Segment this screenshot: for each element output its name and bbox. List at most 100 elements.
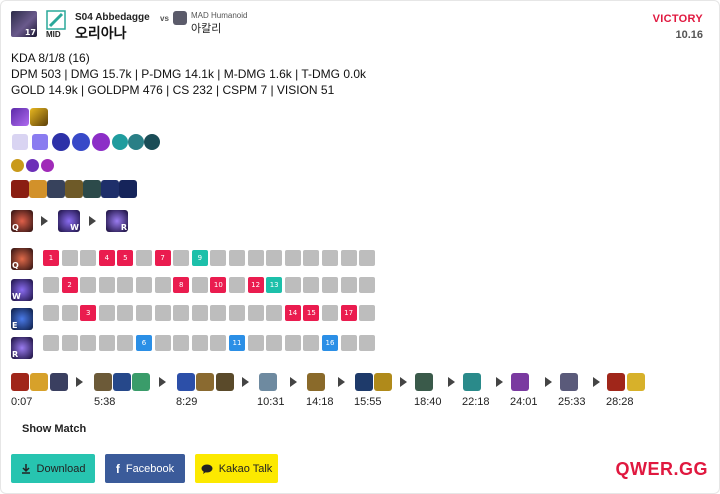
rune-slot-3-icon xyxy=(92,133,110,151)
damage-stats: DPM 503 | DMG 15.7k | P-DMG 14.1k | M-DM… xyxy=(11,67,366,81)
download-button[interactable]: Download xyxy=(11,454,95,483)
skill-level-slot-empty xyxy=(303,335,320,351)
mid-role-icon xyxy=(46,10,66,30)
build-time: 28:28 xyxy=(606,396,634,408)
build-time: 8:29 xyxy=(176,396,198,408)
facebook-label: Facebook xyxy=(125,462,175,475)
item-4-icon[interactable] xyxy=(65,180,83,198)
skill-level-slot-empty xyxy=(229,250,245,266)
shard-defense-icon xyxy=(41,159,54,172)
build-item-icon xyxy=(463,373,481,391)
rune-secondary-3-icon xyxy=(144,134,160,150)
skill-level-slot-filled: 17 xyxy=(340,305,357,321)
skill-level-slot-empty xyxy=(210,335,227,351)
skill-level-slot-filled: 5 xyxy=(117,250,134,266)
item-1-icon[interactable] xyxy=(11,180,29,198)
kakao-chat-icon xyxy=(201,464,213,474)
build-time: 5:38 xyxy=(94,396,116,408)
skill-level-slot-empty xyxy=(210,250,227,266)
opponent-champion-icon[interactable] xyxy=(173,11,187,25)
skill-level-slot-empty xyxy=(136,250,152,266)
skill-level-slot-filled: 16 xyxy=(322,335,338,351)
skill-level-slot-empty xyxy=(340,335,357,351)
rune-keystone-icon xyxy=(12,134,28,150)
skill-level-slot-empty xyxy=(247,250,264,266)
match-result: VICTORY xyxy=(652,13,703,25)
build-time: 15:55 xyxy=(354,396,382,408)
grid-w-label: W xyxy=(12,292,21,301)
build-time: 25:33 xyxy=(558,396,586,408)
skill-level-slot-empty xyxy=(117,335,134,351)
skill-level-slot-empty xyxy=(98,305,115,321)
skill-level-slot-empty xyxy=(117,277,134,293)
skill-q-label: Q xyxy=(12,223,19,232)
item-6-icon[interactable] xyxy=(101,180,119,198)
grid-q-label: Q xyxy=(12,261,19,270)
skill-level-slot-filled: 11 xyxy=(229,335,245,351)
skill-level-slot-filled: 1 xyxy=(43,250,59,266)
champion-name: 오리아나 xyxy=(75,26,127,42)
arrow-icon xyxy=(242,377,249,387)
rune-slot-2-icon xyxy=(72,133,90,151)
build-item-icon xyxy=(50,373,68,391)
build-item-icon xyxy=(94,373,112,391)
skill-level-slot-empty xyxy=(98,335,115,351)
skill-level-slot-empty xyxy=(173,250,190,266)
skill-level-slot-empty xyxy=(247,335,264,351)
kakao-share-button[interactable]: Kakao Talk xyxy=(195,454,278,483)
skill-level-slot-empty xyxy=(136,277,152,293)
arrow-icon xyxy=(545,377,552,387)
skill-level-slot-empty xyxy=(303,250,320,266)
skill-level-slot-empty xyxy=(284,335,301,351)
build-item-icon xyxy=(307,373,325,391)
rune-secondary-1-icon xyxy=(112,134,128,150)
skill-level-slot-empty xyxy=(359,335,376,351)
facebook-share-button[interactable]: f Facebook xyxy=(105,454,185,483)
build-time: 0:07 xyxy=(11,396,33,408)
build-item-icon xyxy=(607,373,625,391)
skill-level-slot-empty xyxy=(322,305,338,321)
grid-e-label: E xyxy=(12,321,18,330)
skill-level-slot-empty xyxy=(61,305,78,321)
player-name[interactable]: S04 Abbedagge xyxy=(75,12,150,23)
skill-level-slot-filled: 7 xyxy=(154,250,171,266)
skill-grid-q-icon: Q xyxy=(11,248,33,270)
build-item-icon xyxy=(177,373,195,391)
skill-level-slot-empty xyxy=(117,305,134,321)
skill-level-slot-empty xyxy=(98,277,115,293)
item-3-icon[interactable] xyxy=(47,180,65,198)
skill-grid-r-icon: R xyxy=(11,337,33,359)
skill-level-slot-filled: 13 xyxy=(266,277,283,293)
arrow-icon xyxy=(89,216,96,226)
item-7-icon[interactable] xyxy=(119,180,137,198)
skill-level-slot-empty xyxy=(191,277,208,293)
item-2-icon[interactable] xyxy=(29,180,47,198)
skill-level-slot-empty xyxy=(340,277,357,293)
role-label: MID xyxy=(46,30,61,39)
skill-level-slot-empty xyxy=(43,277,59,293)
facebook-icon: f xyxy=(115,461,120,476)
vs-label: vs xyxy=(160,14,169,23)
skill-level-slot-filled: 14 xyxy=(284,305,301,321)
skill-level-slot-empty xyxy=(173,335,190,351)
gold-stats: GOLD 14.9k | GOLDPM 476 | CS 232 | CSPM … xyxy=(11,83,335,97)
skill-level-slot-empty xyxy=(173,305,190,321)
build-time: 18:40 xyxy=(414,396,442,408)
build-item-icon xyxy=(11,373,29,391)
item-5-icon[interactable] xyxy=(83,180,101,198)
build-item-icon xyxy=(216,373,234,391)
build-item-icon xyxy=(627,373,645,391)
skill-grid-w-icon: W xyxy=(11,279,33,301)
show-match-link[interactable]: Show Match xyxy=(22,423,86,435)
shard-offense-icon xyxy=(11,159,24,172)
skill-level-slot-filled: 2 xyxy=(61,277,78,293)
skill-level-slot-empty xyxy=(191,305,208,321)
champion-portrait[interactable]: 17 xyxy=(11,11,37,37)
arrow-icon xyxy=(159,377,166,387)
build-item-icon xyxy=(132,373,150,391)
brand-logo[interactable]: QWER.GG xyxy=(616,459,709,480)
arrow-icon xyxy=(290,377,297,387)
skill-level-slot-empty xyxy=(43,305,59,321)
opponent-player-name[interactable]: MAD Humanoid xyxy=(191,11,247,20)
arrow-icon xyxy=(448,377,455,387)
